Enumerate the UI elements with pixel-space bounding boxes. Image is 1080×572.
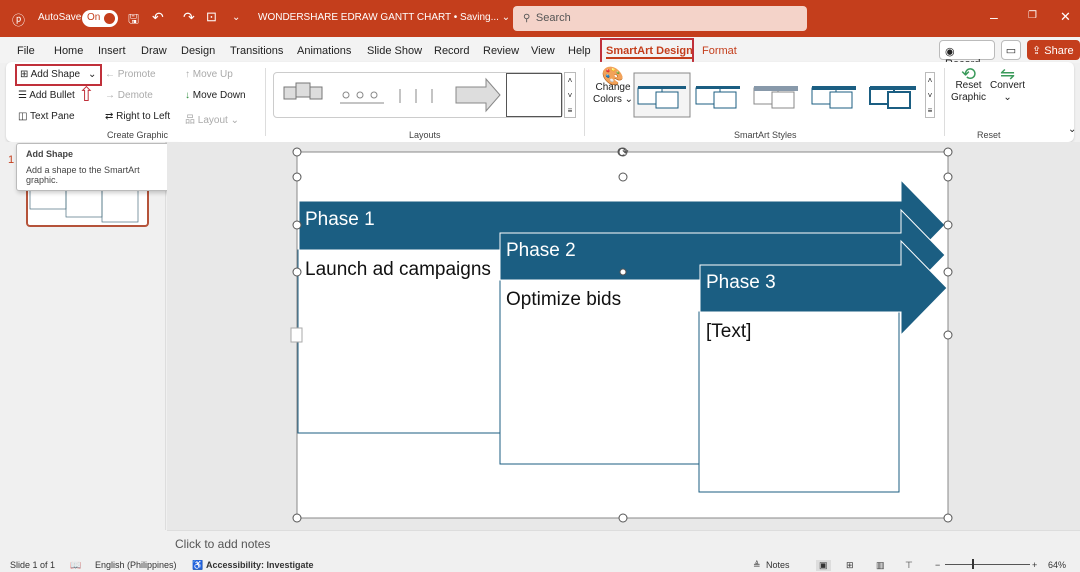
notes-input[interactable]: Click to add notes xyxy=(167,530,1080,557)
phase-1-title[interactable]: Phase 1 xyxy=(305,209,375,231)
spelling-icon[interactable]: 📖 xyxy=(70,560,81,571)
zoom-slider-thumb[interactable] xyxy=(972,559,974,569)
slideshow-icon[interactable]: ⊤ xyxy=(905,560,913,571)
zoom-in-icon[interactable]: + xyxy=(1032,560,1037,570)
notes-button[interactable]: Notes xyxy=(766,560,790,570)
language-button[interactable]: English (Philippines) xyxy=(95,560,177,570)
smartart-graphic[interactable]: ⟳ xyxy=(0,0,1080,572)
zoom-slider[interactable] xyxy=(945,564,1030,565)
rotate-handle-icon: ⟳ xyxy=(617,144,629,160)
notes-icon: ≜ xyxy=(753,560,761,570)
slide-sorter-icon[interactable]: ⊞ xyxy=(846,560,854,571)
accessibility-icon: ♿ xyxy=(192,560,204,570)
phase-2-title[interactable]: Phase 2 xyxy=(506,240,576,262)
text-pane-toggle xyxy=(290,327,303,343)
reading-view-icon[interactable]: ▥ xyxy=(876,560,885,571)
zoom-level[interactable]: 64% xyxy=(1048,560,1066,570)
phase-1-text[interactable]: Launch ad campaigns xyxy=(305,258,495,282)
normal-view-icon[interactable]: ▣ xyxy=(816,560,831,571)
phase-3-text[interactable]: [Text] xyxy=(706,320,896,344)
status-bar: Slide 1 of 1 📖 English (Philippines) ♿ A… xyxy=(0,557,1080,572)
phase-2-text[interactable]: Optimize bids xyxy=(506,288,696,312)
zoom-out-icon[interactable]: − xyxy=(935,560,940,570)
phase-3-title[interactable]: Phase 3 xyxy=(706,272,776,294)
slide-indicator: Slide 1 of 1 xyxy=(10,560,56,570)
accessibility-button[interactable]: Accessibility: Investigate xyxy=(206,560,314,570)
